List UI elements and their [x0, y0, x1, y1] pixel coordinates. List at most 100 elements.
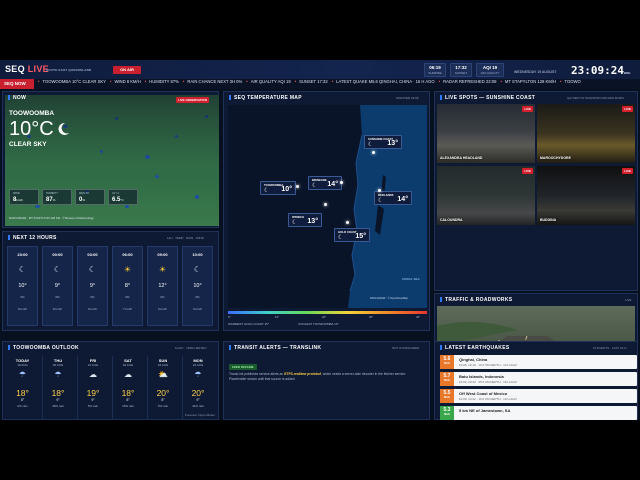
sunrise-box: 06:19 SUNRISE [424, 63, 446, 77]
day-low: 8° [126, 398, 130, 402]
hour-rain: 0% [125, 295, 130, 299]
radar-caption: RAIN RADAR · MT STAPYLTON 128 KM · © Bur… [9, 216, 94, 220]
now-stat-label: HUMIDITY [46, 192, 59, 195]
day-low: 8° [161, 398, 165, 402]
now-title: NOW [8, 95, 26, 101]
quake-row[interactable]: 5.3 MAG 5 km NE of Jamestown, SA [440, 406, 637, 420]
broadcast-screen: SEQ LIVE SOUTH EAST QUEENSLAND ON AIR 06… [0, 60, 640, 420]
city-temp: 10° [281, 186, 292, 193]
now-stat-value: 0% [79, 197, 86, 203]
now-stat-unit: % [82, 198, 86, 202]
city-marker[interactable]: TOOWOOMBA ☾ 10° [260, 181, 296, 195]
magnitude-label: MAG [444, 413, 450, 416]
city-marker[interactable]: GOLD COAST ☾ 15° [334, 228, 370, 242]
warmest-label: WARMEST GOLD COAST 15° [228, 322, 269, 326]
moon-icon: ☾ [312, 182, 318, 189]
next12-meta: 12H · TEMP · RAIN · WIND [167, 236, 204, 240]
sun-icon: ☀ [123, 265, 132, 274]
clock: 23:09:24 [571, 64, 624, 77]
moon-icon [55, 121, 71, 137]
hour-card: 00:00 ☾ 9° 0% 8 km/h [42, 246, 73, 326]
outlook-title: TOOWOOMBA OUTLOOK [8, 345, 79, 351]
ticker-tag: SEQ NOW [0, 79, 34, 89]
day-high: 20° [191, 388, 205, 398]
now-stat-value: 6.5°C [112, 197, 124, 203]
feed-offline-badge: FEED OFFLINE [229, 364, 257, 370]
day-date: 24 AUG [192, 363, 204, 367]
aqi-box: AQI 19 AIR QUALITY [476, 63, 504, 77]
hour-rain: 0% [55, 295, 60, 299]
day-high: 18° [121, 388, 135, 398]
ticker-item-label: TOOWOOMBA 10°C CLEAR SKY [42, 79, 106, 84]
ticker-item-label: HUMIDITY 87% [149, 79, 179, 84]
hour-temp: 9° [89, 283, 96, 289]
next12-panel: NEXT 12 HOURS 12H · TEMP · RAIN · WIND 2… [2, 231, 219, 331]
day-card: SAT 22 AUG ☁ 18° 8° 15% rain [112, 356, 143, 420]
hour-time: 10:00 [192, 252, 203, 257]
camera-label: MAROOCHYDORE [540, 156, 571, 160]
hour-wind: 8 km/h [52, 307, 62, 311]
magnitude-label: MAG [444, 379, 450, 382]
sun-icon: ☀ [158, 265, 167, 274]
city-marker[interactable]: BRISBANE ☾ 14° [308, 176, 342, 190]
magnitude-label: MAG [444, 362, 450, 365]
quake-row[interactable]: 5.5 MAG Off West Coast of Mexico 10:06, 14:… [440, 389, 637, 403]
hour-rain: 0% [20, 295, 25, 299]
quakes-panel: LATEST EARTHQUAKES 15 EVENTS · LAST 24 H… [434, 341, 638, 420]
magnitude-label: MAG [444, 396, 450, 399]
now-stat-unit: km/h [16, 198, 23, 202]
moon-icon: ☾ [88, 265, 97, 274]
quake-place: Qinghai, China [459, 357, 488, 362]
moon-icon: ☾ [292, 219, 298, 226]
hour-card: 09:00 ☀ 12° 0% 9 km/h [147, 246, 178, 326]
ticker-item: • RADAR REFRESHED 23:08 [439, 79, 497, 84]
scale-tick: 0° [228, 315, 231, 319]
ticker-item-label: RADAR REFRESHED 23:08 [443, 79, 497, 84]
scale-tick: 20° [322, 315, 327, 319]
hour-temp: 10° [193, 283, 202, 289]
camera-feed[interactable]: LIVE CALOUNDRA [437, 166, 535, 225]
current-condition: CLEAR SKY [9, 141, 47, 148]
tempmap-title: SEQ TEMPERATURE MAP [229, 95, 302, 101]
news-ticker: SEQ NOW • TOOWOOMBA 10°C CLEAR SKY • WIND 8… [0, 79, 640, 89]
app-logo: SEQ LIVE [5, 64, 49, 74]
quake-row[interactable]: 5.7 MAG Batu Islands, Indonesia 10:02, 20:3… [440, 372, 637, 386]
rain-icon: ☂ [54, 370, 62, 379]
quakes-meta: 15 EVENTS · LAST 24 H [593, 346, 627, 350]
camera-feed[interactable]: LIVE ALEXANDRA HEADLAND [437, 104, 535, 163]
quake-place: Off West Coast of Mexico [459, 391, 508, 396]
magnitude-badge: 5.6 MAG [440, 355, 454, 369]
city-marker[interactable]: SUNSHINE COAST ☾ 13° [364, 135, 402, 149]
moon-icon: ☾ [264, 187, 270, 194]
city-marker[interactable]: REDLANDS ☾ 14° [374, 191, 412, 205]
ticker-separator: • [331, 79, 334, 84]
quake-detail: 10:05, 23:19 · 10.0 KM DEPTH · 16 H AGO [459, 363, 517, 367]
hour-wind: 6 km/h [87, 307, 97, 311]
hour-temp: 9° [54, 283, 61, 289]
moon-icon: ☾ [378, 197, 384, 204]
magnitude-badge: 5.5 MAG [440, 389, 454, 403]
camera-feed[interactable]: LIVE MAROOCHYDORE [537, 104, 635, 163]
quake-place: 5 km NE of Jamestown, SA [459, 408, 511, 413]
hour-time: 09:00 [157, 252, 168, 257]
transit-meta: NOT CONFIGURED [392, 346, 420, 350]
hour-card: 06:00 ☀ 8° 0% 7 km/h [112, 246, 143, 326]
day-rain: 5% rain [157, 404, 169, 408]
city-dot [372, 151, 375, 154]
camera-feed[interactable]: LIVE BUDDINA [537, 166, 635, 225]
quake-row[interactable]: 5.6 MAG Qinghai, China 10:05, 23:19 · 10.0 … [440, 355, 637, 369]
hour-card: 10:00 ☾ 10° 0% 9 km/h [182, 246, 213, 326]
transit-message: TransLink publishes service alerts as GT… [229, 372, 407, 381]
tempmap-panel: SEQ TEMPERATURE MAP UPDATED 23:09 SUNSHI… [223, 91, 430, 331]
live-observation-badge: LIVE OBSERVATION [176, 97, 210, 103]
quakes-title: LATEST EARTHQUAKES [440, 345, 509, 351]
hour-time: 00:00 [52, 252, 63, 257]
coolest-label: COOLEST TOOWOOMBA 10° [298, 322, 339, 326]
scale-tick: 30° [369, 315, 374, 319]
hour-card: 23:00 ☾ 10° 0% 8 km/h [7, 246, 38, 326]
camera-label: BUDDINA [540, 218, 557, 222]
traffic-live: LIVE [625, 298, 632, 302]
header-bar: SEQ LIVE SOUTH EAST QUEENSLAND ON AIR 06… [0, 60, 640, 79]
city-marker[interactable]: IPSWICH ☾ 13° [288, 213, 322, 227]
ticker-item: • RAIN CHANCE NEXT 3H 0% [183, 79, 242, 84]
